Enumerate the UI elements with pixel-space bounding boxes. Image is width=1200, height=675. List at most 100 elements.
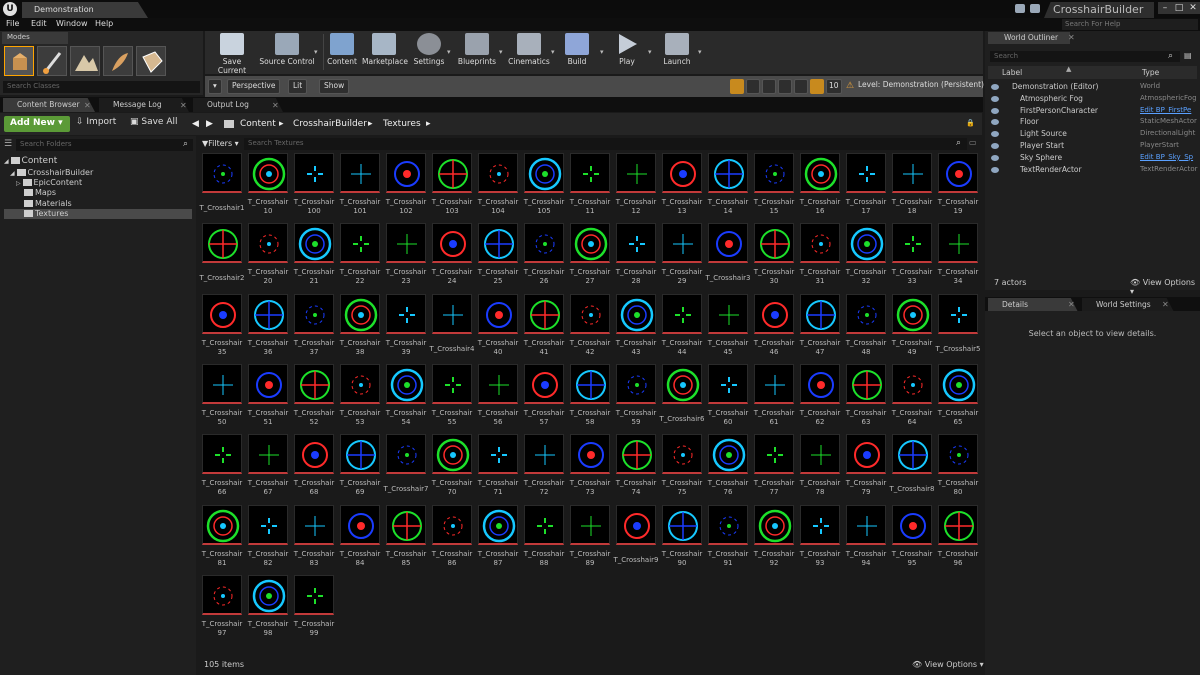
- close-tab-icon[interactable]: ✕: [84, 101, 91, 110]
- sources-toggle-icon[interactable]: ☰: [4, 139, 12, 149]
- visibility-eye-icon[interactable]: [991, 166, 999, 173]
- grid-snap-icon[interactable]: [810, 79, 824, 94]
- texture-asset[interactable]: T_Crosshair 103: [432, 151, 472, 221]
- content-button[interactable]: Content: [326, 33, 358, 73]
- texture-asset[interactable]: T_Crosshair 19: [938, 151, 978, 221]
- texture-asset[interactable]: T_Crosshair 91: [708, 503, 748, 573]
- texture-asset[interactable]: T_Crosshair 32: [846, 221, 886, 291]
- add-new-button[interactable]: Add New ▾: [4, 116, 70, 132]
- close-tab-icon[interactable]: ✕: [180, 101, 187, 110]
- texture-asset[interactable]: T_Crosshair 14: [708, 151, 748, 221]
- play-button[interactable]: Play: [612, 33, 642, 73]
- texture-asset[interactable]: T_Crosshair 74: [616, 432, 656, 502]
- outliner-row-label[interactable]: TextRenderActor: [1020, 165, 1082, 174]
- texture-asset[interactable]: T_Crosshair 38: [340, 292, 380, 362]
- texture-asset[interactable]: T_Crosshair 46: [754, 292, 794, 362]
- texture-asset[interactable]: T_Crosshair 70: [432, 432, 472, 502]
- close-tab-icon[interactable]: ✕: [1068, 33, 1075, 42]
- texture-asset[interactable]: T_Crosshair 26: [524, 221, 564, 291]
- texture-asset[interactable]: T_Crosshair 40: [478, 292, 518, 362]
- outliner-row-label[interactable]: Floor: [1020, 117, 1039, 126]
- texture-asset[interactable]: T_Crosshair 41: [524, 292, 564, 362]
- texture-asset[interactable]: T_Crosshair 63: [846, 362, 886, 432]
- source-control-button[interactable]: Source Control: [259, 33, 315, 73]
- texture-asset[interactable]: T_Crosshair 56: [478, 362, 518, 432]
- translate-icon[interactable]: [730, 79, 744, 94]
- texture-asset[interactable]: T_Crosshair 73: [570, 432, 610, 502]
- close-tab-icon[interactable]: ✕: [1068, 300, 1075, 309]
- outliner-row-label[interactable]: Sky Sphere: [1020, 153, 1062, 162]
- texture-asset[interactable]: T_Crosshair 53: [340, 362, 380, 432]
- texture-asset[interactable]: T_Crosshair8: [890, 432, 934, 502]
- texture-asset[interactable]: T_Crosshair 104: [478, 151, 518, 221]
- texture-asset[interactable]: T_Crosshair 57: [524, 362, 564, 432]
- texture-asset[interactable]: T_Crosshair 34: [938, 221, 978, 291]
- texture-asset[interactable]: T_Crosshair 30: [754, 221, 794, 291]
- texture-asset[interactable]: T_Crosshair 87: [478, 503, 518, 573]
- tree-item-textures[interactable]: Textures: [24, 209, 68, 218]
- menu-help[interactable]: Help: [95, 19, 113, 28]
- texture-asset[interactable]: T_Crosshair5: [936, 292, 980, 362]
- texture-asset[interactable]: T_Crosshair 22: [340, 221, 380, 291]
- texture-asset[interactable]: T_Crosshair 18: [892, 151, 932, 221]
- texture-asset[interactable]: T_Crosshair 90: [662, 503, 702, 573]
- texture-asset[interactable]: T_Crosshair 61: [754, 362, 794, 432]
- filters-button[interactable]: ▼Filters ▾: [202, 139, 239, 148]
- launch-button[interactable]: Launch: [660, 33, 694, 73]
- texture-asset[interactable]: T_Crosshair 68: [294, 432, 334, 502]
- outliner-row-label[interactable]: FirstPersonCharacter: [1020, 106, 1098, 115]
- texture-asset[interactable]: T_Crosshair 12: [616, 151, 656, 221]
- texture-asset[interactable]: T_Crosshair 35: [202, 292, 242, 362]
- lit-button[interactable]: Lit: [288, 79, 308, 94]
- modes-tab[interactable]: Modes: [2, 32, 68, 44]
- tab-world-outliner[interactable]: World Outliner: [988, 32, 1070, 44]
- maximize-button[interactable]: □: [1172, 2, 1186, 14]
- texture-asset[interactable]: T_Crosshair 54: [386, 362, 426, 432]
- texture-asset[interactable]: T_Crosshair9: [614, 503, 658, 573]
- cinematics-button[interactable]: Cinematics: [508, 33, 550, 73]
- texture-asset[interactable]: T_Crosshair 43: [616, 292, 656, 362]
- tab-message-log[interactable]: Message Log: [99, 98, 189, 112]
- texture-asset[interactable]: T_Crosshair 20: [248, 221, 288, 291]
- blueprints-button[interactable]: Blueprints: [456, 33, 498, 73]
- texture-asset[interactable]: T_Crosshair1: [200, 151, 244, 221]
- texture-asset[interactable]: T_Crosshair 97: [202, 573, 242, 643]
- texture-asset[interactable]: T_Crosshair 81: [202, 503, 242, 573]
- outliner-row-type[interactable]: Edit BP_Sky_Sp: [1140, 153, 1193, 161]
- search-classes-input[interactable]: Search Classes: [3, 81, 200, 93]
- texture-asset[interactable]: T_Crosshair 37: [294, 292, 334, 362]
- viewport-options-icon[interactable]: ▾: [208, 79, 222, 94]
- texture-asset[interactable]: T_Crosshair 15: [754, 151, 794, 221]
- menu-edit[interactable]: Edit: [31, 19, 47, 28]
- texture-asset[interactable]: T_Crosshair 24: [432, 221, 472, 291]
- tree-item-content[interactable]: ◢ Content: [4, 156, 57, 166]
- texture-asset[interactable]: T_Crosshair 92: [754, 503, 794, 573]
- texture-asset[interactable]: T_Crosshair 95: [892, 503, 932, 573]
- texture-asset[interactable]: T_Crosshair 64: [892, 362, 932, 432]
- texture-asset[interactable]: T_Crosshair 29: [662, 221, 702, 291]
- tree-item-materials[interactable]: Materials: [24, 199, 72, 208]
- texture-asset[interactable]: T_Crosshair 11: [570, 151, 610, 221]
- place-mode-icon[interactable]: [4, 46, 34, 76]
- texture-asset[interactable]: T_Crosshair7: [384, 432, 428, 502]
- texture-asset[interactable]: T_Crosshair 59: [616, 362, 656, 432]
- texture-asset[interactable]: T_Crosshair 82: [248, 503, 288, 573]
- texture-asset[interactable]: T_Crosshair 45: [708, 292, 748, 362]
- tree-item-maps[interactable]: Maps: [24, 188, 56, 197]
- world-local-icon[interactable]: [778, 79, 792, 94]
- close-tab-icon[interactable]: ✕: [272, 101, 279, 110]
- texture-asset[interactable]: T_Crosshair 69: [340, 432, 380, 502]
- unreal-logo-icon[interactable]: U: [3, 2, 17, 16]
- column-label[interactable]: Label: [1002, 68, 1022, 77]
- texture-asset[interactable]: T_Crosshair 31: [800, 221, 840, 291]
- scale-icon[interactable]: [762, 79, 776, 94]
- texture-asset[interactable]: T_Crosshair 102: [386, 151, 426, 221]
- show-button[interactable]: Show: [319, 79, 350, 94]
- texture-asset[interactable]: T_Crosshair 50: [202, 362, 242, 432]
- rotate-icon[interactable]: [746, 79, 760, 94]
- camera-speed[interactable]: 10: [826, 79, 842, 94]
- texture-asset[interactable]: T_Crosshair 77: [754, 432, 794, 502]
- save-search-icon[interactable]: ▭: [969, 138, 977, 147]
- settings-button[interactable]: Settings: [412, 33, 446, 73]
- texture-asset[interactable]: T_Crosshair 88: [524, 503, 564, 573]
